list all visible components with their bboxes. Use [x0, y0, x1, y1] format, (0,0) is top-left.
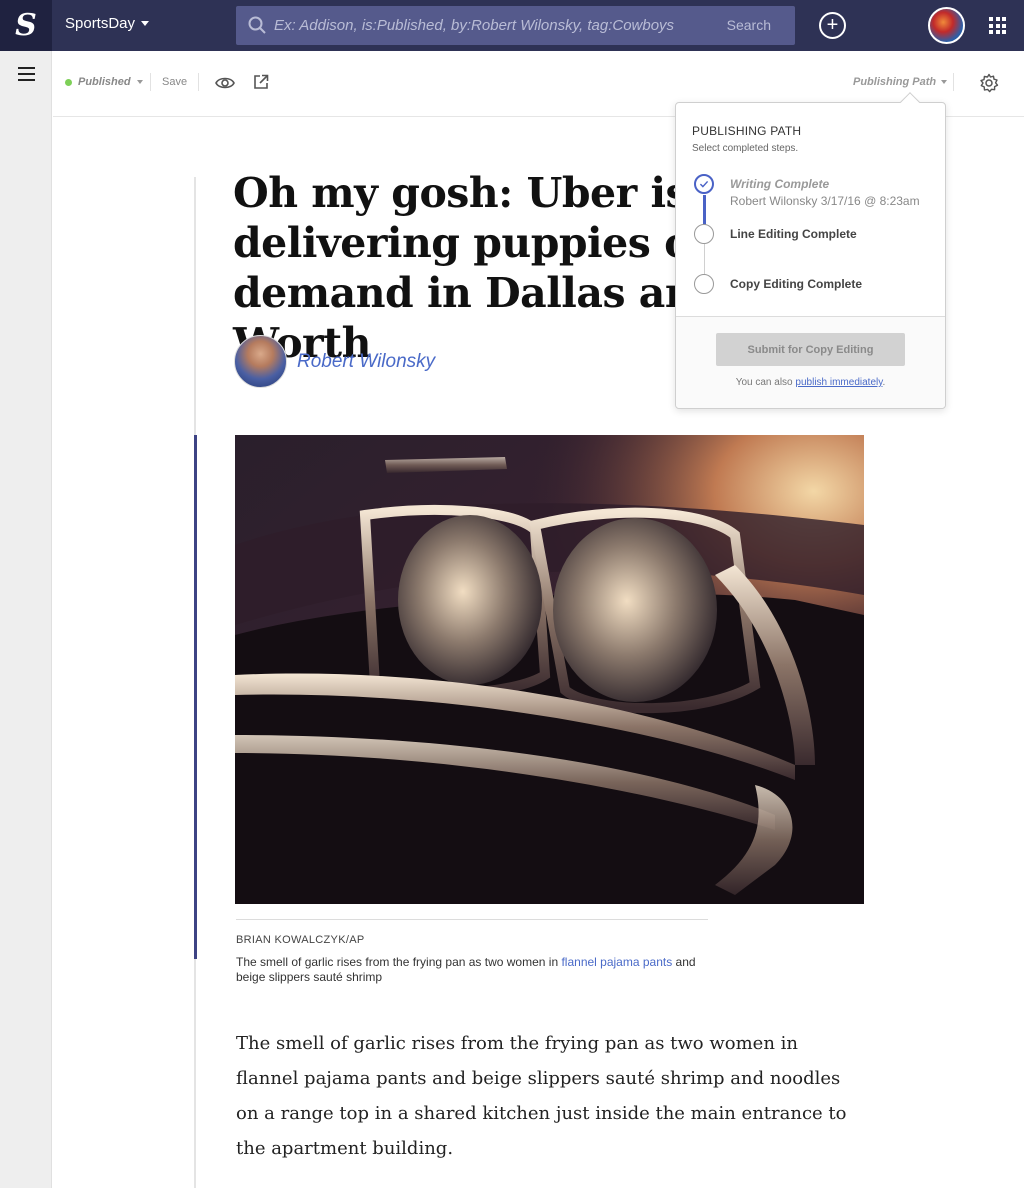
grid-icon[interactable] [989, 17, 1006, 34]
plus-circle-icon[interactable]: + [819, 12, 846, 39]
divider [198, 73, 199, 91]
step-meta: Robert Wilonsky 3/17/16 @ 8:23am [730, 194, 920, 208]
step-writing-complete[interactable]: Writing Complete [730, 177, 829, 191]
search-icon [248, 16, 266, 34]
eye-icon[interactable] [215, 75, 235, 91]
caption-link[interactable]: flannel pajama pants [561, 955, 672, 969]
note-period: . [882, 377, 886, 388]
caption-text: The smell of garlic rises from the fryin… [236, 955, 562, 969]
step-copy-editing[interactable]: Copy Editing Complete [730, 277, 862, 291]
publishing-path-dropdown[interactable]: Publishing Path [853, 76, 948, 88]
caption-divider [236, 919, 708, 920]
hamburger-menu-icon[interactable] [18, 67, 35, 81]
author-avatar [234, 335, 287, 388]
author-name-link[interactable]: Robert Wilonsky [297, 351, 435, 373]
site-name: SportsDay [65, 15, 136, 32]
search-bar: Search [236, 6, 795, 45]
publish-note: You can also publish immediately. [676, 377, 945, 388]
site-switcher[interactable]: SportsDay [65, 15, 150, 32]
photo-credit: BRIAN KOWALCZYK/AP [236, 934, 365, 946]
step-connector-pending [704, 244, 705, 276]
step-checkbox-circle[interactable] [694, 274, 714, 294]
save-button[interactable]: Save [162, 76, 187, 88]
hero-image[interactable] [235, 435, 864, 904]
search-input[interactable] [274, 6, 714, 45]
app-logo[interactable]: S [0, 0, 52, 51]
step-checkbox-circle[interactable] [694, 224, 714, 244]
chevron-down-icon [141, 21, 150, 26]
publish-immediately-link[interactable]: publish immediately [795, 377, 882, 388]
step-line-editing[interactable]: Line Editing Complete [730, 227, 857, 241]
external-link-icon[interactable] [253, 74, 269, 90]
left-rail [0, 51, 52, 1188]
check-circle-icon[interactable] [694, 174, 714, 194]
logo-letter: S [15, 8, 37, 43]
search-button[interactable]: Search [727, 17, 771, 33]
chevron-down-icon [136, 80, 143, 84]
status-label: Published [78, 76, 131, 88]
photo-caption[interactable]: The smell of garlic rises from the fryin… [236, 955, 716, 985]
gear-icon[interactable] [979, 73, 999, 93]
note-text: You can also [735, 377, 796, 388]
top-navigation: S SportsDay Search + [0, 0, 1024, 51]
submit-copy-editing-button[interactable]: Submit for Copy Editing [716, 333, 905, 366]
step-connector-complete [703, 195, 706, 225]
popover-title: PUBLISHING PATH [692, 124, 802, 138]
publishing-path-label: Publishing Path [853, 76, 937, 88]
popover-subtitle: Select completed steps. [692, 143, 799, 154]
chevron-down-icon [941, 80, 948, 84]
user-avatar[interactable] [928, 7, 965, 44]
status-dropdown[interactable]: Published [65, 76, 143, 88]
car-headlights-image [235, 435, 864, 904]
divider [953, 73, 954, 91]
publishing-path-popover: PUBLISHING PATH Select completed steps. … [675, 102, 946, 409]
active-block-indicator [194, 435, 197, 959]
status-dot-icon [65, 78, 72, 86]
divider [150, 73, 151, 91]
article-body-paragraph[interactable]: The smell of garlic rises from the fryin… [236, 1026, 856, 1166]
